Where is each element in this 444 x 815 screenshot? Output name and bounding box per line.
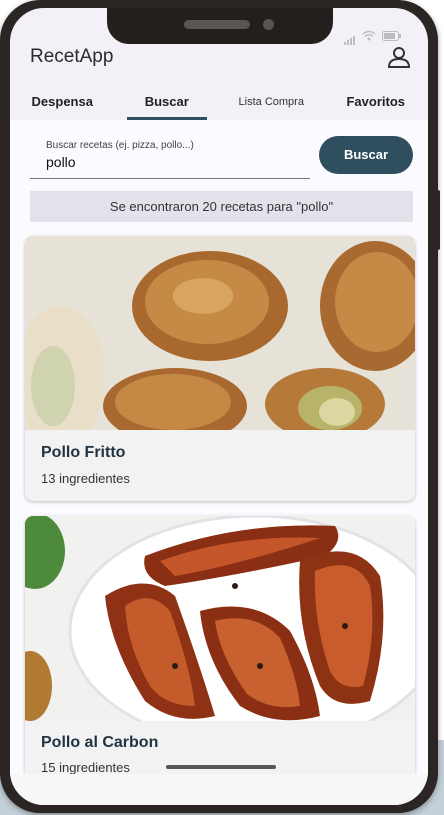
recipe-card[interactable]: Pollo al Carbon 15 ingredientes (25, 516, 415, 805)
search-content: Buscar recetas (ej. pizza, pollo...) pol… (10, 120, 428, 805)
recipe-title: Pollo al Carbon (41, 734, 159, 751)
search-input[interactable]: Buscar recetas (ej. pizza, pollo...) pol… (30, 138, 310, 179)
phone-frame: RecetApp Despensa Buscar Lista Compra Fa… (0, 0, 440, 813)
bottom-bezel (10, 774, 428, 805)
recipe-ingredients: 13 ingredientes (41, 471, 130, 486)
tab-despensa[interactable]: Despensa (10, 88, 115, 120)
power-button (436, 190, 440, 250)
battery-icon (382, 30, 401, 41)
notch (107, 8, 333, 44)
search-value: pollo (46, 154, 76, 170)
camera (263, 19, 274, 30)
status-bar (344, 26, 402, 45)
tab-lista-compra[interactable]: Lista Compra (219, 88, 324, 120)
wifi-icon (362, 30, 376, 41)
recipe-image (25, 236, 415, 430)
recipe-image (25, 516, 415, 721)
signal-icon (344, 26, 356, 45)
volume-button (0, 200, 2, 240)
home-indicator[interactable] (166, 765, 276, 769)
tab-buscar[interactable]: Buscar (115, 88, 220, 120)
volume-button (0, 150, 2, 190)
app-title: RecetApp (30, 46, 114, 67)
recipe-card[interactable]: Pollo Fritto 13 ingredientes (25, 236, 415, 501)
recipe-ingredients: 15 ingredientes (41, 760, 130, 775)
account-icon[interactable] (386, 44, 412, 70)
search-label: Buscar recetas (ej. pizza, pollo...) (46, 140, 194, 151)
search-button[interactable]: Buscar (319, 136, 413, 174)
results-banner: Se encontraron 20 recetas para "pollo" (30, 191, 413, 222)
phone-screen: RecetApp Despensa Buscar Lista Compra Fa… (10, 8, 428, 805)
recipe-title: Pollo Fritto (41, 444, 126, 461)
tab-bar: Despensa Buscar Lista Compra Favoritos (10, 88, 428, 120)
tab-favoritos[interactable]: Favoritos (324, 88, 429, 120)
speaker (184, 20, 250, 29)
